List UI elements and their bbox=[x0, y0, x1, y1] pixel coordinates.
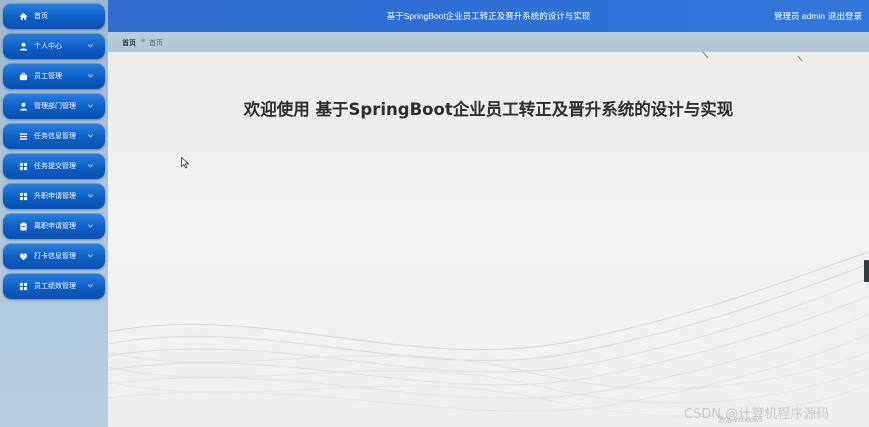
sidebar-item-label: 个人中心 bbox=[34, 43, 62, 50]
chevron-down-icon bbox=[88, 254, 93, 258]
breadcrumb-separator: ≡ bbox=[141, 38, 146, 45]
current-user: 管理员 admin bbox=[773, 11, 825, 21]
breadcrumb-home[interactable]: 首页 bbox=[122, 38, 136, 48]
home-icon bbox=[18, 11, 28, 21]
grid-icon bbox=[18, 161, 28, 171]
breadcrumb: 首页 ≡ 首页 bbox=[108, 32, 869, 52]
grid-icon bbox=[18, 191, 28, 201]
sidebar-item-checkin[interactable]: 打卡信息管理 bbox=[3, 243, 105, 269]
heart-icon bbox=[18, 251, 28, 261]
sidebar-item-label: 员工管理 bbox=[34, 73, 62, 80]
sidebar-item-task-submit[interactable]: 任务提交管理 bbox=[3, 153, 105, 179]
sidebar-item-resignation[interactable]: 离职申请管理 bbox=[3, 213, 105, 239]
sidebar-item-label: 任务信息管理 bbox=[34, 133, 76, 140]
sidebar-item-personal-center[interactable]: 个人中心 bbox=[3, 33, 105, 59]
sidebar-item-label: 首页 bbox=[34, 13, 48, 20]
chevron-down-icon bbox=[88, 284, 93, 288]
chevron-down-icon bbox=[88, 194, 93, 198]
grid-icon bbox=[18, 281, 28, 291]
chevron-down-icon bbox=[88, 104, 93, 108]
sidebar-item-department[interactable]: 管理部门管理 bbox=[3, 93, 105, 119]
sidebar-item-employee[interactable]: 员工管理 bbox=[3, 63, 105, 89]
sidebar-item-label: 管理部门管理 bbox=[34, 103, 76, 110]
briefcase-icon bbox=[18, 71, 28, 81]
chevron-down-icon bbox=[88, 224, 93, 228]
main-content: 欢迎使用 基于SpringBoot企业员工转正及晋升系统的设计与实现 bbox=[108, 52, 869, 427]
sidebar-item-performance[interactable]: 员工绩效管理 bbox=[3, 273, 105, 299]
top-header: 基于SpringBoot企业员工转正及晋升系统的设计与实现 管理员 admin … bbox=[108, 0, 869, 32]
sidebar-item-label: 员工绩效管理 bbox=[34, 283, 76, 290]
chevron-down-icon bbox=[88, 134, 93, 138]
chevron-down-icon bbox=[88, 164, 93, 168]
sidebar-item-task-info[interactable]: 任务信息管理 bbox=[3, 123, 105, 149]
chevron-down-icon bbox=[88, 44, 93, 48]
logout-button[interactable]: 退出登录 bbox=[828, 10, 862, 22]
user-icon bbox=[18, 41, 28, 51]
welcome-heading: 欢迎使用 基于SpringBoot企业员工转正及晋升系统的设计与实现 bbox=[243, 100, 734, 119]
sidebar: 首页 个人中心 员工管理 管理部门管理 任务信息管理 任务提交管理 升职申请管理… bbox=[0, 0, 108, 427]
sidebar-item-label: 升职申请管理 bbox=[34, 193, 76, 200]
sidebar-item-label: 任务提交管理 bbox=[34, 163, 76, 170]
app-window: 首页 个人中心 员工管理 管理部门管理 任务信息管理 任务提交管理 升职申请管理… bbox=[0, 0, 869, 427]
sidebar-item-label: 离职申请管理 bbox=[34, 223, 76, 230]
breadcrumb-current: 首页 bbox=[149, 40, 163, 47]
scroll-handle[interactable] bbox=[864, 260, 869, 282]
mouse-cursor-icon bbox=[181, 157, 190, 169]
list-icon bbox=[18, 131, 28, 141]
chevron-down-icon bbox=[88, 74, 93, 78]
sidebar-item-home[interactable]: 首页 bbox=[3, 3, 105, 29]
app-title: 基于SpringBoot企业员工转正及晋升系统的设计与实现 bbox=[386, 11, 591, 21]
sidebar-item-promotion[interactable]: 升职申请管理 bbox=[3, 183, 105, 209]
windows-activation-watermark: 激活 Windows bbox=[718, 417, 763, 424]
sidebar-item-label: 打卡信息管理 bbox=[34, 253, 76, 260]
clipboard-icon bbox=[18, 221, 28, 231]
user-icon bbox=[18, 101, 28, 111]
